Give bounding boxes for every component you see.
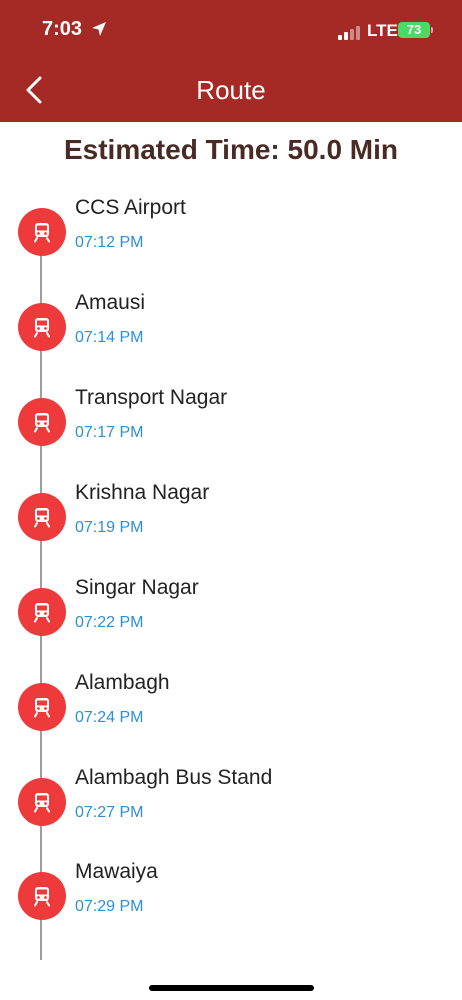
status-time: 7:03 xyxy=(42,18,83,40)
route-stop[interactable]: Transport Nagar 07:17 PM xyxy=(0,386,462,488)
route-stop[interactable]: Krishna Nagar 07:19 PM xyxy=(0,481,462,583)
stop-name: CCS Airport xyxy=(75,196,186,219)
stop-name: Alambagh Bus Stand xyxy=(75,766,273,789)
stop-time: 07:17 PM xyxy=(75,424,144,441)
train-icon xyxy=(18,778,66,826)
stop-time: 07:29 PM xyxy=(75,898,144,915)
route-stop[interactable]: Mawaiya 07:29 PM xyxy=(0,860,462,962)
page-title: Route xyxy=(196,75,266,105)
stop-time: 07:24 PM xyxy=(75,709,144,726)
train-icon xyxy=(18,493,66,541)
network-type: LTE xyxy=(367,21,398,40)
train-icon xyxy=(18,872,66,920)
route-stop[interactable]: Alambagh 07:24 PM xyxy=(0,671,462,773)
route-stop[interactable]: Singar Nagar 07:22 PM xyxy=(0,576,462,678)
route-stop[interactable]: CCS Airport 07:12 PM xyxy=(0,196,462,298)
route-stop[interactable]: Alambagh Bus Stand 07:27 PM xyxy=(0,766,462,868)
battery-tip xyxy=(431,27,433,33)
stop-name: Amausi xyxy=(75,291,146,314)
train-icon xyxy=(18,303,66,351)
train-icon xyxy=(18,208,66,256)
stop-name: Krishna Nagar xyxy=(75,481,210,504)
train-icon xyxy=(18,588,66,636)
stop-time: 07:19 PM xyxy=(75,519,144,536)
signal-icon xyxy=(338,26,360,40)
stop-name: Singar Nagar xyxy=(75,576,199,599)
stop-name: Alambagh xyxy=(75,671,170,694)
battery-indicator: 73 xyxy=(398,22,430,38)
stop-name: Transport Nagar xyxy=(75,386,228,409)
stop-time: 07:12 PM xyxy=(75,234,144,251)
route-stop[interactable]: Amausi 07:14 PM xyxy=(0,291,462,393)
stop-time: 07:22 PM xyxy=(75,614,144,631)
app-header: 7:03 LTE 73 Route xyxy=(0,0,462,122)
estimated-time: Estimated Time: 50.0 Min xyxy=(63,134,399,165)
stop-time: 07:27 PM xyxy=(75,804,144,821)
location-arrow-icon xyxy=(92,22,106,36)
train-icon xyxy=(18,398,66,446)
stop-time: 07:14 PM xyxy=(75,329,144,346)
stop-name: Mawaiya xyxy=(75,860,158,883)
train-icon xyxy=(18,683,66,731)
home-indicator[interactable] xyxy=(149,985,314,991)
